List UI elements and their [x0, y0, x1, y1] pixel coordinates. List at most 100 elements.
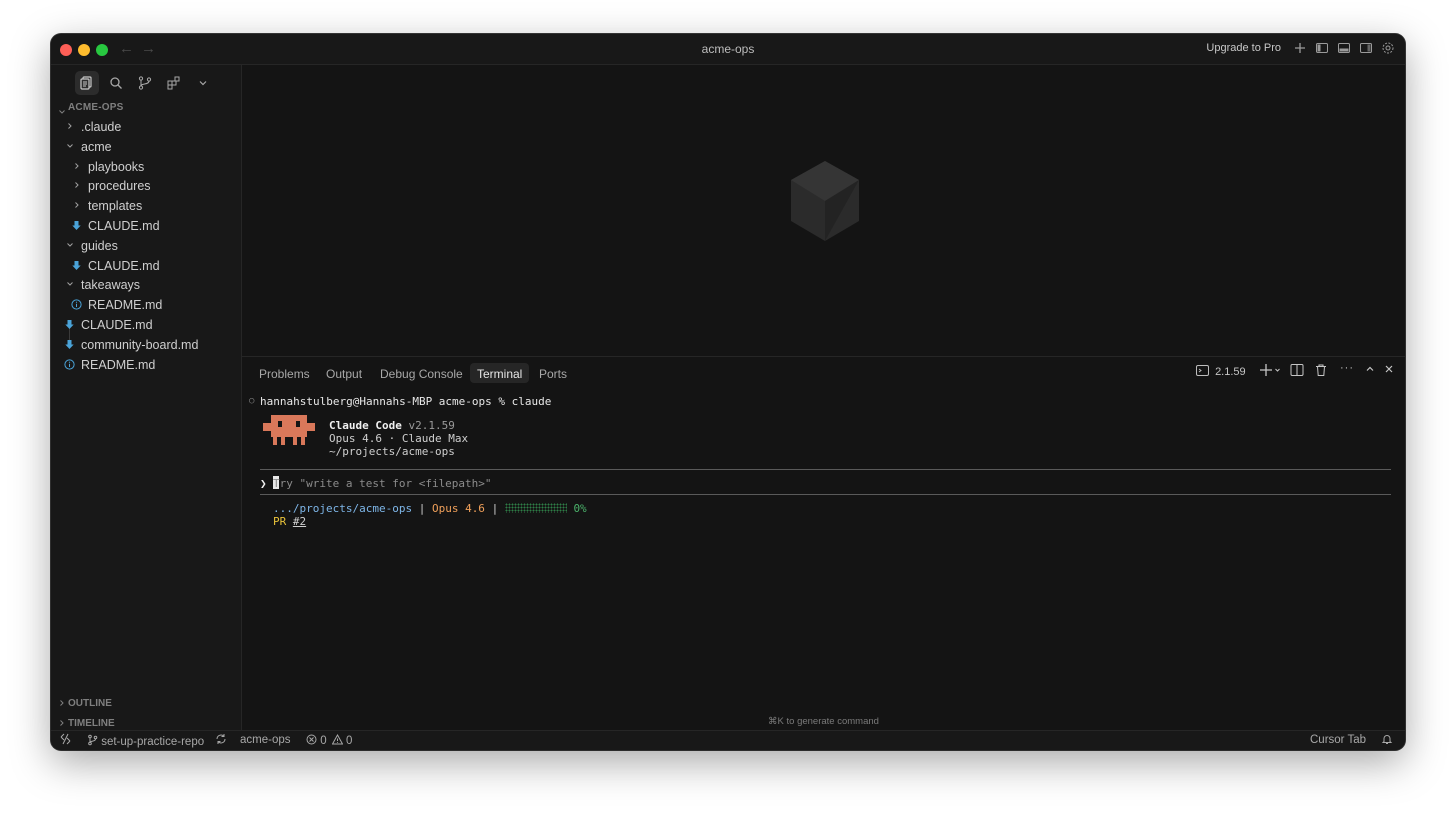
chevron-right-icon [68, 123, 72, 129]
chevron-down-icon [67, 282, 73, 287]
chevron-right-icon [75, 162, 79, 169]
toggle-sidebar-icon[interactable] [1315, 41, 1331, 57]
status-model: Opus 4.6 [431, 502, 485, 515]
app-version: v2.1.59 [408, 419, 455, 432]
plus-icon[interactable] [1293, 41, 1309, 57]
split-terminal-icon[interactable] [1290, 363, 1304, 380]
tree-folder[interactable]: templates [51, 196, 241, 216]
command-status-dot-icon: ○ [249, 396, 255, 406]
tab-output[interactable]: Output [319, 363, 369, 383]
error-icon [306, 734, 317, 745]
tree-folder[interactable]: playbooks [51, 157, 241, 177]
chevron-down-icon [67, 242, 73, 247]
remote-indicator-icon[interactable] [60, 733, 71, 748]
input-bottom-divider [260, 494, 1391, 495]
error-count: 0 [320, 735, 327, 747]
status-percent: 0% [573, 502, 587, 515]
terminal-icon [1196, 365, 1209, 376]
extensions-icon[interactable] [162, 71, 186, 95]
tree-item-label: community-board.md [81, 337, 199, 352]
terminal-instance-selector[interactable]: 2.1.59 [1196, 364, 1246, 378]
path-line: ~/projects/acme-ops [329, 445, 455, 458]
project-name[interactable]: acme-ops [240, 734, 291, 746]
pr-label: PR [273, 515, 287, 528]
notifications-bell-icon[interactable] [1381, 733, 1393, 748]
input-top-divider [260, 469, 1391, 470]
tree-item-label: guides [81, 238, 118, 253]
claude-code-title: Claude Code v2.1.59 [329, 419, 455, 432]
tree-item-label: acme [81, 139, 112, 154]
markdown-download-icon [64, 339, 75, 350]
editor-area [242, 65, 1405, 356]
status-separator: | [418, 502, 426, 515]
explorer-section-title[interactable]: ACME-OPS [68, 102, 124, 113]
tree-folder[interactable]: guides [51, 236, 241, 256]
tree-item-label: CLAUDE.md [88, 219, 160, 233]
plus-icon [1260, 364, 1280, 376]
tree-item-label: takeaways [81, 278, 141, 293]
chevron-right-icon [75, 182, 79, 189]
sync-icon[interactable] [215, 733, 227, 748]
info-icon [71, 299, 82, 310]
tree-file[interactable]: CLAUDE.md [51, 216, 241, 236]
tree-file[interactable]: CLAUDE.md [51, 315, 241, 335]
pr-line: PR #2 [273, 515, 306, 528]
tab-terminal[interactable]: Terminal [470, 363, 530, 383]
bottom-panel: Problems Output Debug Console Terminal P… [242, 356, 1405, 731]
tree-file[interactable]: README.md [51, 355, 241, 375]
input-caret: ❯ [260, 477, 267, 490]
new-terminal-button[interactable] [1260, 363, 1282, 380]
terminal-version: 2.1.59 [1215, 366, 1246, 378]
explorer-sidebar: ACME-OPS .claude acme playbooks procedures t… [51, 65, 242, 731]
markdown-download-icon [71, 260, 82, 271]
tree-folder[interactable]: procedures [51, 176, 241, 196]
tree-file[interactable]: README.md [51, 295, 241, 315]
title-bar: ← → acme-ops Upgrade to Pro [51, 34, 1405, 65]
chevron-right-icon [75, 202, 79, 209]
settings-gear-icon[interactable] [1381, 41, 1397, 57]
tree-folder[interactable]: .claude [51, 117, 241, 137]
tree-item-label: procedures [88, 179, 151, 194]
tree-file[interactable]: community-board.md [51, 335, 241, 355]
upgrade-button[interactable]: Upgrade to Pro [1206, 42, 1281, 54]
tree-item-label: playbooks [88, 159, 145, 174]
more-actions-icon[interactable]: ··· [1340, 362, 1354, 374]
toggle-panel-icon[interactable] [1337, 41, 1353, 57]
chevron-right-icon [60, 720, 64, 726]
claude-statusline: .../projects/acme-ops | Opus 4.6 | 0% [273, 502, 587, 515]
close-panel-icon[interactable] [1383, 363, 1395, 378]
problems-indicator[interactable]: 0 0 [306, 733, 353, 747]
info-icon [64, 358, 75, 370]
cursor-logo-icon [791, 161, 859, 241]
branch-indicator[interactable]: set-up-practice-repo [87, 734, 204, 748]
tree-folder[interactable]: acme [51, 137, 241, 157]
search-icon[interactable] [104, 71, 128, 95]
explorer-files-icon[interactable] [75, 71, 99, 95]
prompt-input[interactable]: Try "write a test for <filepath>" [273, 477, 492, 490]
cursor-tab-status[interactable]: Cursor Tab [1310, 734, 1366, 746]
warning-count: 0 [346, 735, 353, 747]
timeline-label: TIMELINE [68, 718, 115, 729]
generate-command-hint: ⌘K to generate command [768, 716, 879, 727]
tab-debug-console[interactable]: Debug Console [373, 363, 470, 383]
tab-ports[interactable]: Ports [532, 363, 574, 383]
tree-folder[interactable]: takeaways [51, 275, 241, 295]
chevron-down-icon [67, 143, 73, 148]
tree-file[interactable]: CLAUDE.md [51, 256, 241, 276]
tree-item-label: CLAUDE.md [88, 258, 160, 273]
tree-item-label: CLAUDE.md [81, 318, 153, 332]
tree-item-label: templates [88, 199, 143, 214]
pr-number-link[interactable]: #2 [293, 515, 306, 528]
trash-icon[interactable] [1314, 363, 1328, 380]
tree-item-label: .claude [81, 120, 122, 134]
maximize-panel-icon[interactable] [1364, 363, 1376, 378]
tab-problems[interactable]: Problems [252, 363, 317, 383]
warning-icon [331, 733, 344, 745]
source-control-icon[interactable] [133, 71, 157, 95]
toggle-secondary-sidebar-icon[interactable] [1359, 41, 1375, 57]
terminal-output[interactable]: ○ hannahstulberg@Hannahs-MBP acme-ops % … [249, 387, 1391, 731]
markdown-download-icon [64, 319, 75, 330]
chevron-down-icon[interactable] [191, 71, 215, 95]
status-path: .../projects/acme-ops [273, 502, 413, 515]
tree-item-label: README.md [88, 298, 163, 313]
